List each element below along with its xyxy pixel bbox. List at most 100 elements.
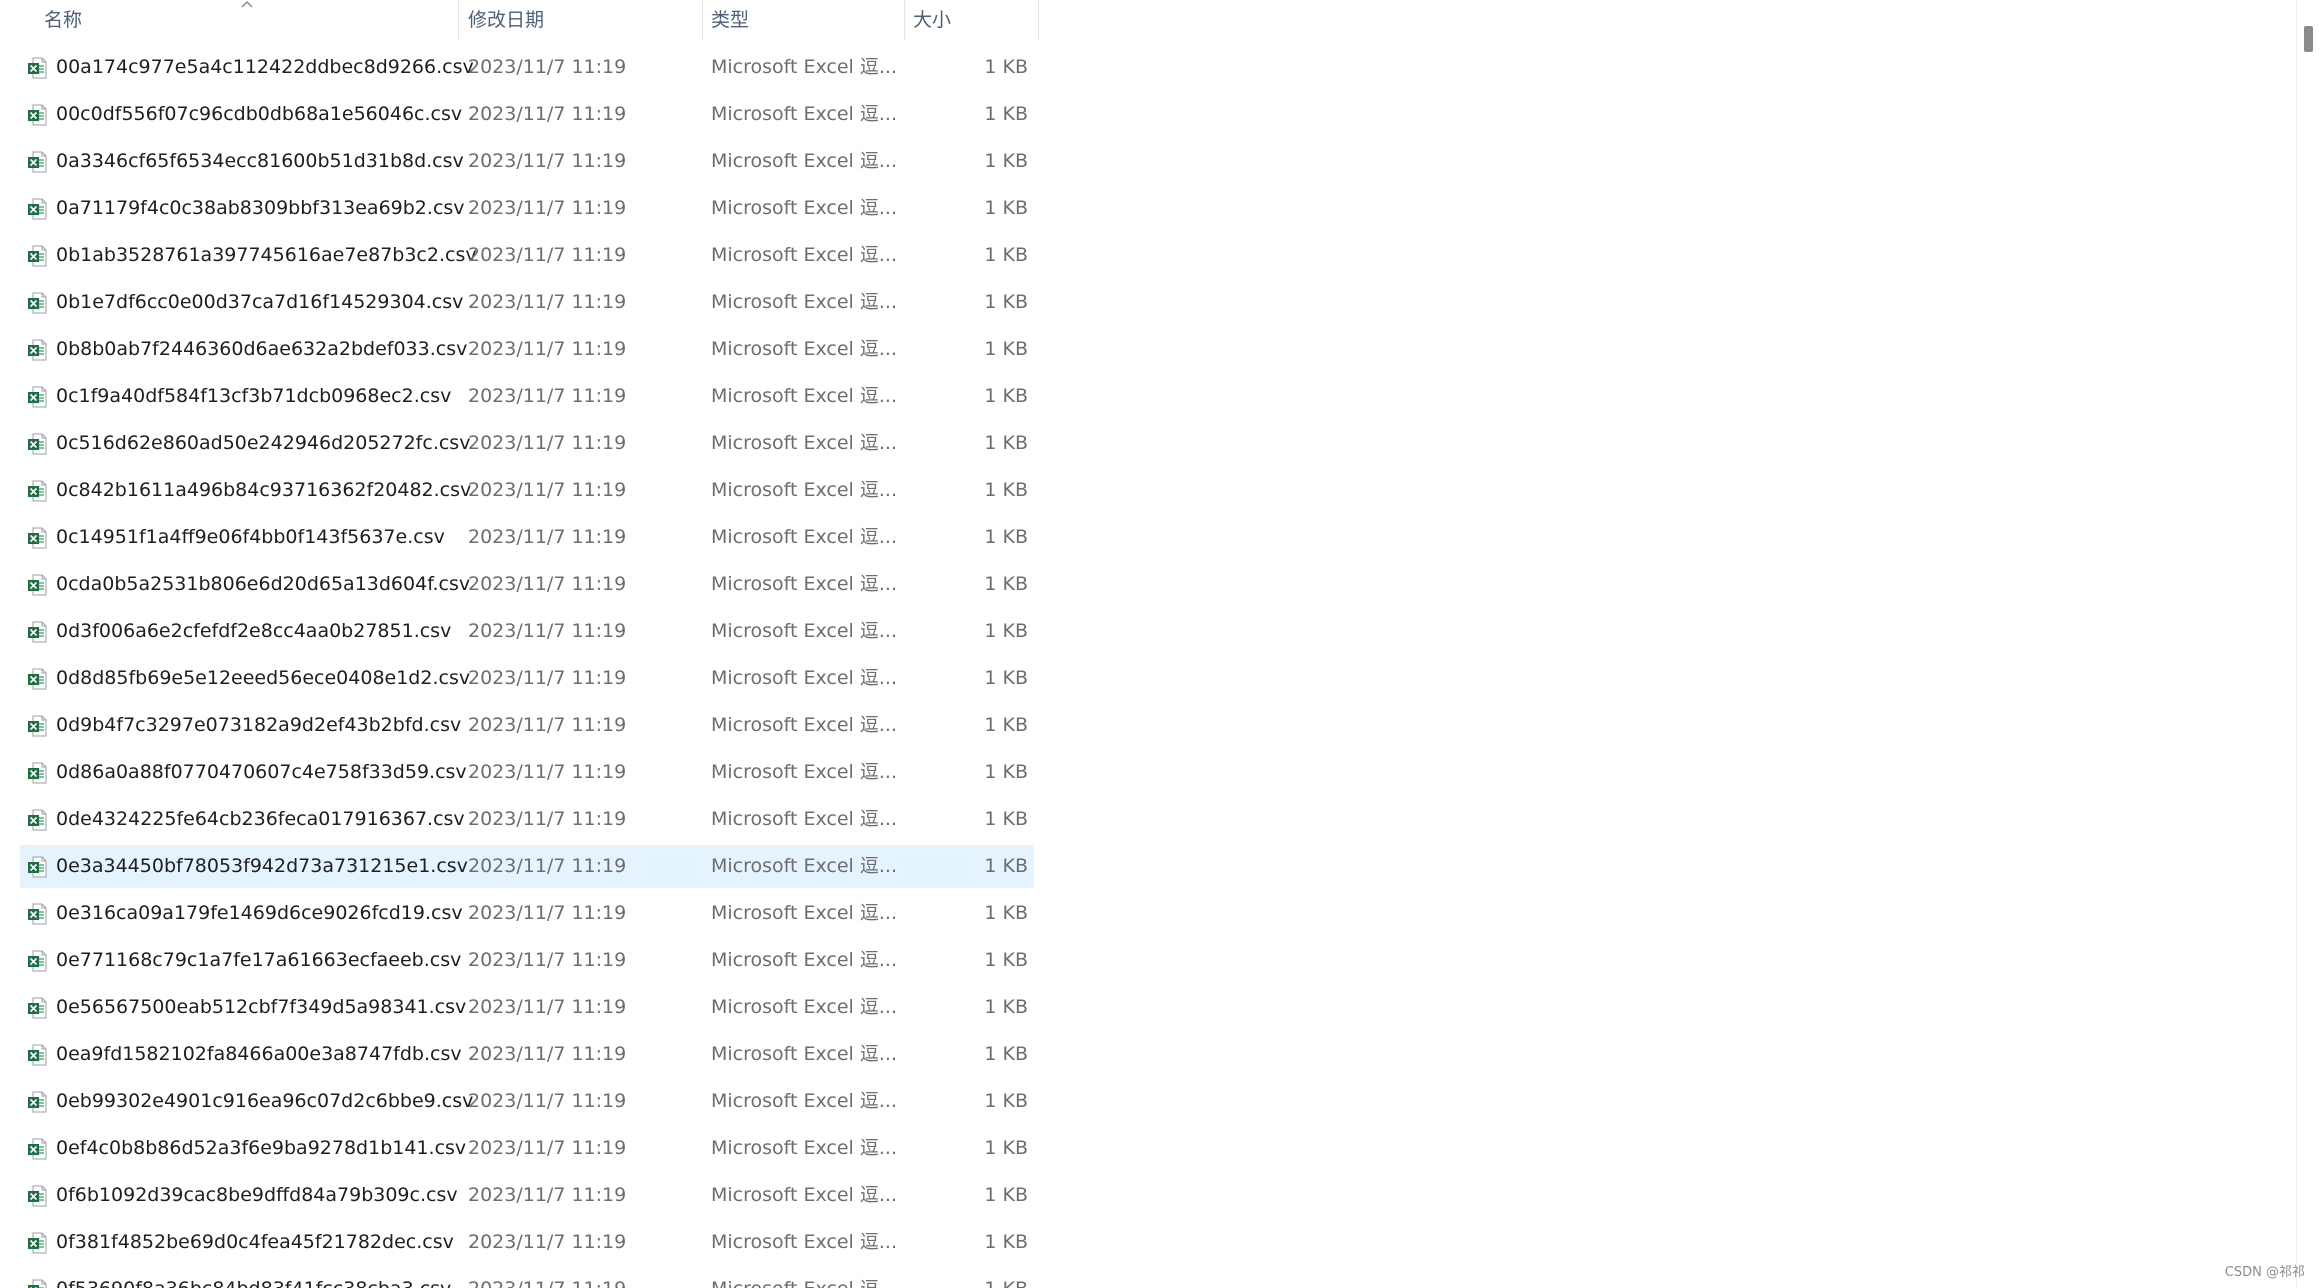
file-modified-date: 2023/11/7 11:19 bbox=[468, 808, 627, 830]
excel-csv-icon bbox=[28, 1138, 47, 1160]
file-row[interactable]: 0cda0b5a2531b806e6d20d65a13d604f.csv 2023… bbox=[20, 563, 1034, 606]
file-type: Microsoft Excel 逗... bbox=[711, 996, 897, 1018]
column-header-type-label: 类型 bbox=[711, 9, 750, 31]
file-type: Microsoft Excel 逗... bbox=[711, 573, 897, 595]
file-row[interactable]: 0d86a0a88f0770470607c4e758f33d59.csv 2023… bbox=[20, 751, 1034, 794]
file-row[interactable]: 0f381f4852be69d0c4fea45f21782dec.csv 2023… bbox=[20, 1221, 1034, 1264]
file-row[interactable]: 0d9b4f7c3297e073182a9d2ef43b2bfd.csv 2023… bbox=[20, 704, 1034, 747]
column-header-size[interactable]: 大小 bbox=[913, 0, 1033, 40]
file-size: 1 KB bbox=[984, 949, 1028, 971]
file-row[interactable]: 0d8d85fb69e5e12eeed56ece0408e1d2.csv 2023… bbox=[20, 657, 1034, 700]
file-size: 1 KB bbox=[984, 1184, 1028, 1206]
file-modified-date: 2023/11/7 11:19 bbox=[468, 197, 627, 219]
vertical-scrollbar[interactable] bbox=[2296, 0, 2319, 1288]
column-divider[interactable] bbox=[1038, 0, 1039, 40]
column-header-date[interactable]: 修改日期 bbox=[468, 0, 700, 40]
file-row[interactable]: 0f53690f8a36bc84bd83f41fcc38cba3.csv 2023… bbox=[20, 1268, 1034, 1288]
file-row[interactable]: 0e771168c79c1a7fe17a61663ecfaeeb.csv 2023… bbox=[20, 939, 1034, 982]
file-size: 1 KB bbox=[984, 1090, 1028, 1112]
column-divider[interactable] bbox=[458, 0, 459, 40]
file-row[interactable]: 0e3a34450bf78053f942d73a731215e1.csv 2023… bbox=[20, 845, 1034, 888]
file-type: Microsoft Excel 逗... bbox=[711, 526, 897, 548]
excel-csv-icon bbox=[28, 339, 47, 361]
file-type: Microsoft Excel 逗... bbox=[711, 1043, 897, 1065]
file-type: Microsoft Excel 逗... bbox=[711, 385, 897, 407]
excel-csv-icon bbox=[28, 151, 47, 173]
file-size: 1 KB bbox=[984, 808, 1028, 830]
file-size: 1 KB bbox=[984, 1268, 1028, 1288]
file-row[interactable]: 00c0df556f07c96cdb0db68a1e56046c.csv 2023… bbox=[20, 93, 1034, 136]
file-row[interactable]: 0b1e7df6cc0e00d37ca7d16f14529304.csv 2023… bbox=[20, 281, 1034, 324]
file-modified-date: 2023/11/7 11:19 bbox=[468, 1268, 626, 1288]
file-row[interactable]: 0e316ca09a179fe1469d6ce9026fcd19.csv 2023… bbox=[20, 892, 1034, 935]
file-size: 1 KB bbox=[984, 855, 1028, 877]
file-row[interactable]: 0d3f006a6e2cfefdf2e8cc4aa0b27851.csv 2023… bbox=[20, 610, 1034, 653]
file-modified-date: 2023/11/7 11:19 bbox=[468, 949, 627, 971]
column-header-name-label: 名称 bbox=[44, 9, 83, 31]
file-modified-date: 2023/11/7 11:19 bbox=[468, 1137, 627, 1159]
file-modified-date: 2023/11/7 11:19 bbox=[468, 1184, 627, 1206]
scrollbar-track bbox=[2296, 0, 2297, 1288]
file-type: Microsoft Excel 逗... bbox=[711, 667, 897, 689]
file-modified-date: 2023/11/7 11:19 bbox=[468, 432, 627, 454]
scrollbar-thumb[interactable] bbox=[2304, 26, 2313, 52]
file-size: 1 KB bbox=[984, 1043, 1028, 1065]
file-row[interactable]: 0ea9fd1582102fa8466a00e3a8747fdb.csv 2023… bbox=[20, 1033, 1034, 1076]
excel-csv-icon bbox=[28, 1091, 47, 1113]
file-row[interactable]: 0c842b1611a496b84c93716362f20482.csv 2023… bbox=[20, 469, 1034, 512]
file-row[interactable]: 0c516d62e860ad50e242946d205272fc.csv 2023… bbox=[20, 422, 1034, 465]
file-row[interactable]: 0a3346cf65f6534ecc81600b51d31b8d.csv 2023… bbox=[20, 140, 1034, 183]
column-header-date-label: 修改日期 bbox=[468, 9, 545, 31]
file-size: 1 KB bbox=[984, 620, 1028, 642]
column-divider[interactable] bbox=[904, 0, 905, 40]
file-row[interactable]: 0c14951f1a4ff9e06f4bb0f143f5637e.csv 2023… bbox=[20, 516, 1034, 559]
file-row[interactable]: 0c1f9a40df584f13cf3b71dcb0968ec2.csv 2023… bbox=[20, 375, 1034, 418]
file-size: 1 KB bbox=[984, 667, 1028, 689]
excel-csv-icon bbox=[28, 621, 47, 643]
file-modified-date: 2023/11/7 11:19 bbox=[468, 103, 627, 125]
watermark: CSDN @祁祁 bbox=[2224, 1265, 2305, 1280]
file-type: Microsoft Excel 逗... bbox=[711, 761, 897, 783]
file-modified-date: 2023/11/7 11:19 bbox=[468, 996, 627, 1018]
file-modified-date: 2023/11/7 11:19 bbox=[468, 573, 627, 595]
file-name: 00c0df556f07c96cdb0db68a1e56046c.csv bbox=[56, 103, 463, 125]
file-row[interactable]: 0de4324225fe64cb236feca017916367.csv 2023… bbox=[20, 798, 1034, 841]
file-modified-date: 2023/11/7 11:19 bbox=[468, 385, 627, 407]
excel-csv-icon bbox=[28, 1185, 47, 1207]
excel-csv-icon bbox=[28, 292, 47, 314]
file-name: 0b1e7df6cc0e00d37ca7d16f14529304.csv bbox=[56, 291, 464, 313]
file-row[interactable]: 0b1ab3528761a397745616ae7e87b3c2.csv 2023… bbox=[20, 234, 1034, 277]
file-size: 1 KB bbox=[984, 291, 1028, 313]
column-divider[interactable] bbox=[702, 0, 703, 40]
file-name: 0b1ab3528761a397745616ae7e87b3c2.csv bbox=[56, 244, 477, 266]
file-type: Microsoft Excel 逗... bbox=[711, 808, 897, 830]
excel-csv-icon bbox=[28, 809, 47, 831]
file-name: 0eb99302e4901c916ea96c07d2c6bbe9.csv bbox=[56, 1090, 474, 1112]
file-row[interactable]: 0a71179f4c0c38ab8309bbf313ea69b2.csv 2023… bbox=[20, 187, 1034, 230]
file-row[interactable]: 00a174c977e5a4c112422ddbec8d9266.csv 2023… bbox=[20, 46, 1034, 89]
file-row[interactable]: 0b8b0ab7f2446360d6ae632a2bdef033.csv 2023… bbox=[20, 328, 1034, 371]
file-row[interactable]: 0e56567500eab512cbf7f349d5a98341.csv 2023… bbox=[20, 986, 1034, 1029]
file-row[interactable]: 0ef4c0b8b86d52a3f6e9ba9278d1b141.csv 2023… bbox=[20, 1127, 1034, 1170]
excel-csv-icon bbox=[28, 762, 47, 784]
file-row[interactable]: 0eb99302e4901c916ea96c07d2c6bbe9.csv 2023… bbox=[20, 1080, 1034, 1123]
file-size: 1 KB bbox=[984, 714, 1028, 736]
file-type: Microsoft Excel 逗... bbox=[711, 855, 897, 877]
file-row[interactable]: 0f6b1092d39cac8be9dffd84a79b309c.csv 2023… bbox=[20, 1174, 1034, 1217]
file-modified-date: 2023/11/7 11:19 bbox=[468, 620, 627, 642]
file-type: Microsoft Excel 逗... bbox=[711, 291, 897, 313]
file-size: 1 KB bbox=[984, 479, 1028, 501]
file-type: Microsoft Excel 逗... bbox=[711, 150, 897, 172]
column-header-type[interactable]: 类型 bbox=[711, 0, 901, 40]
file-size: 1 KB bbox=[984, 1137, 1028, 1159]
column-header-bar: 名称 修改日期 类型 大小 bbox=[0, 0, 1040, 40]
file-size: 1 KB bbox=[984, 338, 1028, 360]
file-type: Microsoft Excel 逗... bbox=[711, 1184, 897, 1206]
file-type: Microsoft Excel 逗... bbox=[711, 197, 897, 219]
file-name: 0e56567500eab512cbf7f349d5a98341.csv bbox=[56, 996, 467, 1018]
file-name: 0ef4c0b8b86d52a3f6e9ba9278d1b141.csv bbox=[56, 1137, 467, 1159]
excel-csv-icon bbox=[28, 574, 47, 596]
file-type: Microsoft Excel 逗... bbox=[711, 949, 897, 971]
file-type: Microsoft Excel 逗... bbox=[711, 1090, 897, 1112]
excel-csv-icon bbox=[28, 715, 47, 737]
